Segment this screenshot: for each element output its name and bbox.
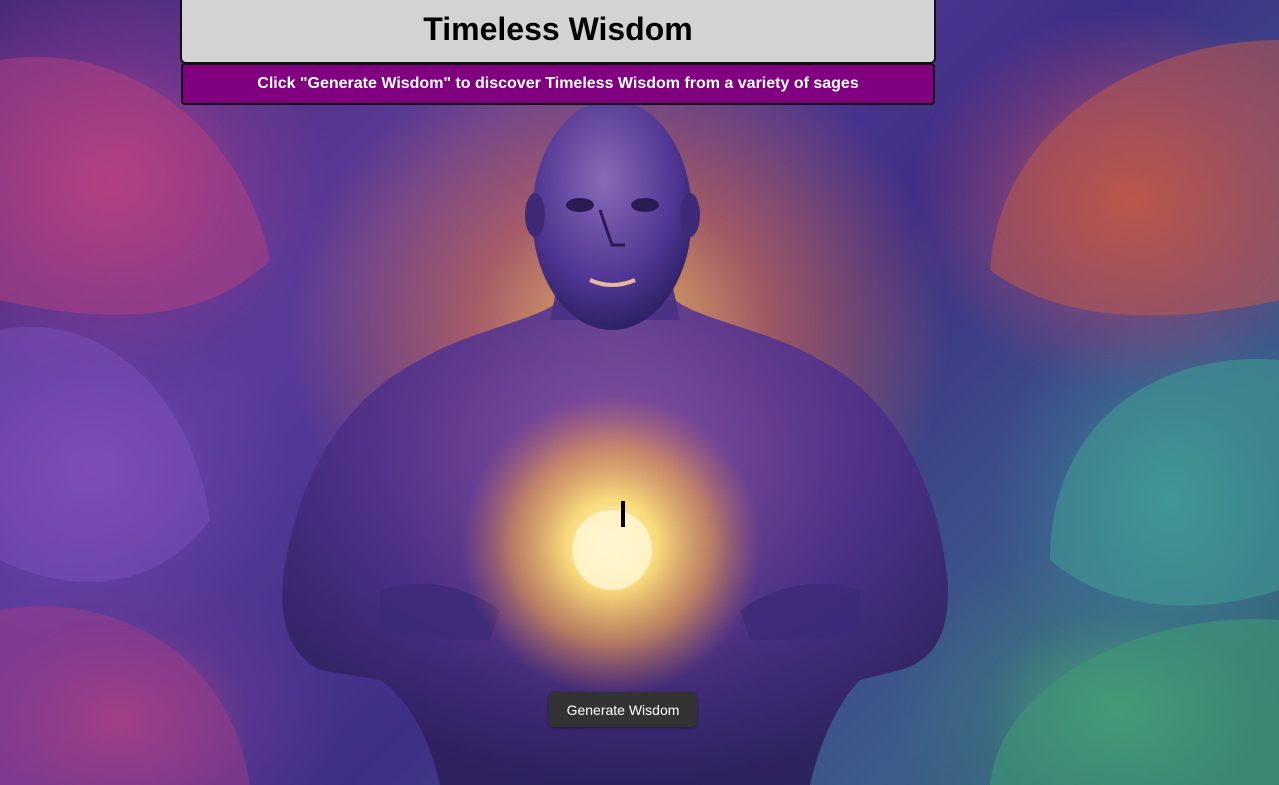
generate-wisdom-button[interactable]: Generate Wisdom bbox=[549, 692, 697, 727]
background-painting bbox=[0, 40, 1279, 785]
quote-display bbox=[560, 500, 686, 528]
app-page: Timeless Wisdom Click "Generate Wisdom" … bbox=[0, 0, 1279, 785]
instruction-text: Click "Generate Wisdom" to discover Time… bbox=[257, 75, 859, 92]
text-cursor-icon bbox=[621, 501, 625, 527]
page-title: Timeless Wisdom bbox=[423, 10, 693, 47]
instruction-banner: Click "Generate Wisdom" to discover Time… bbox=[181, 63, 935, 105]
title-banner: Timeless Wisdom bbox=[180, 0, 936, 64]
